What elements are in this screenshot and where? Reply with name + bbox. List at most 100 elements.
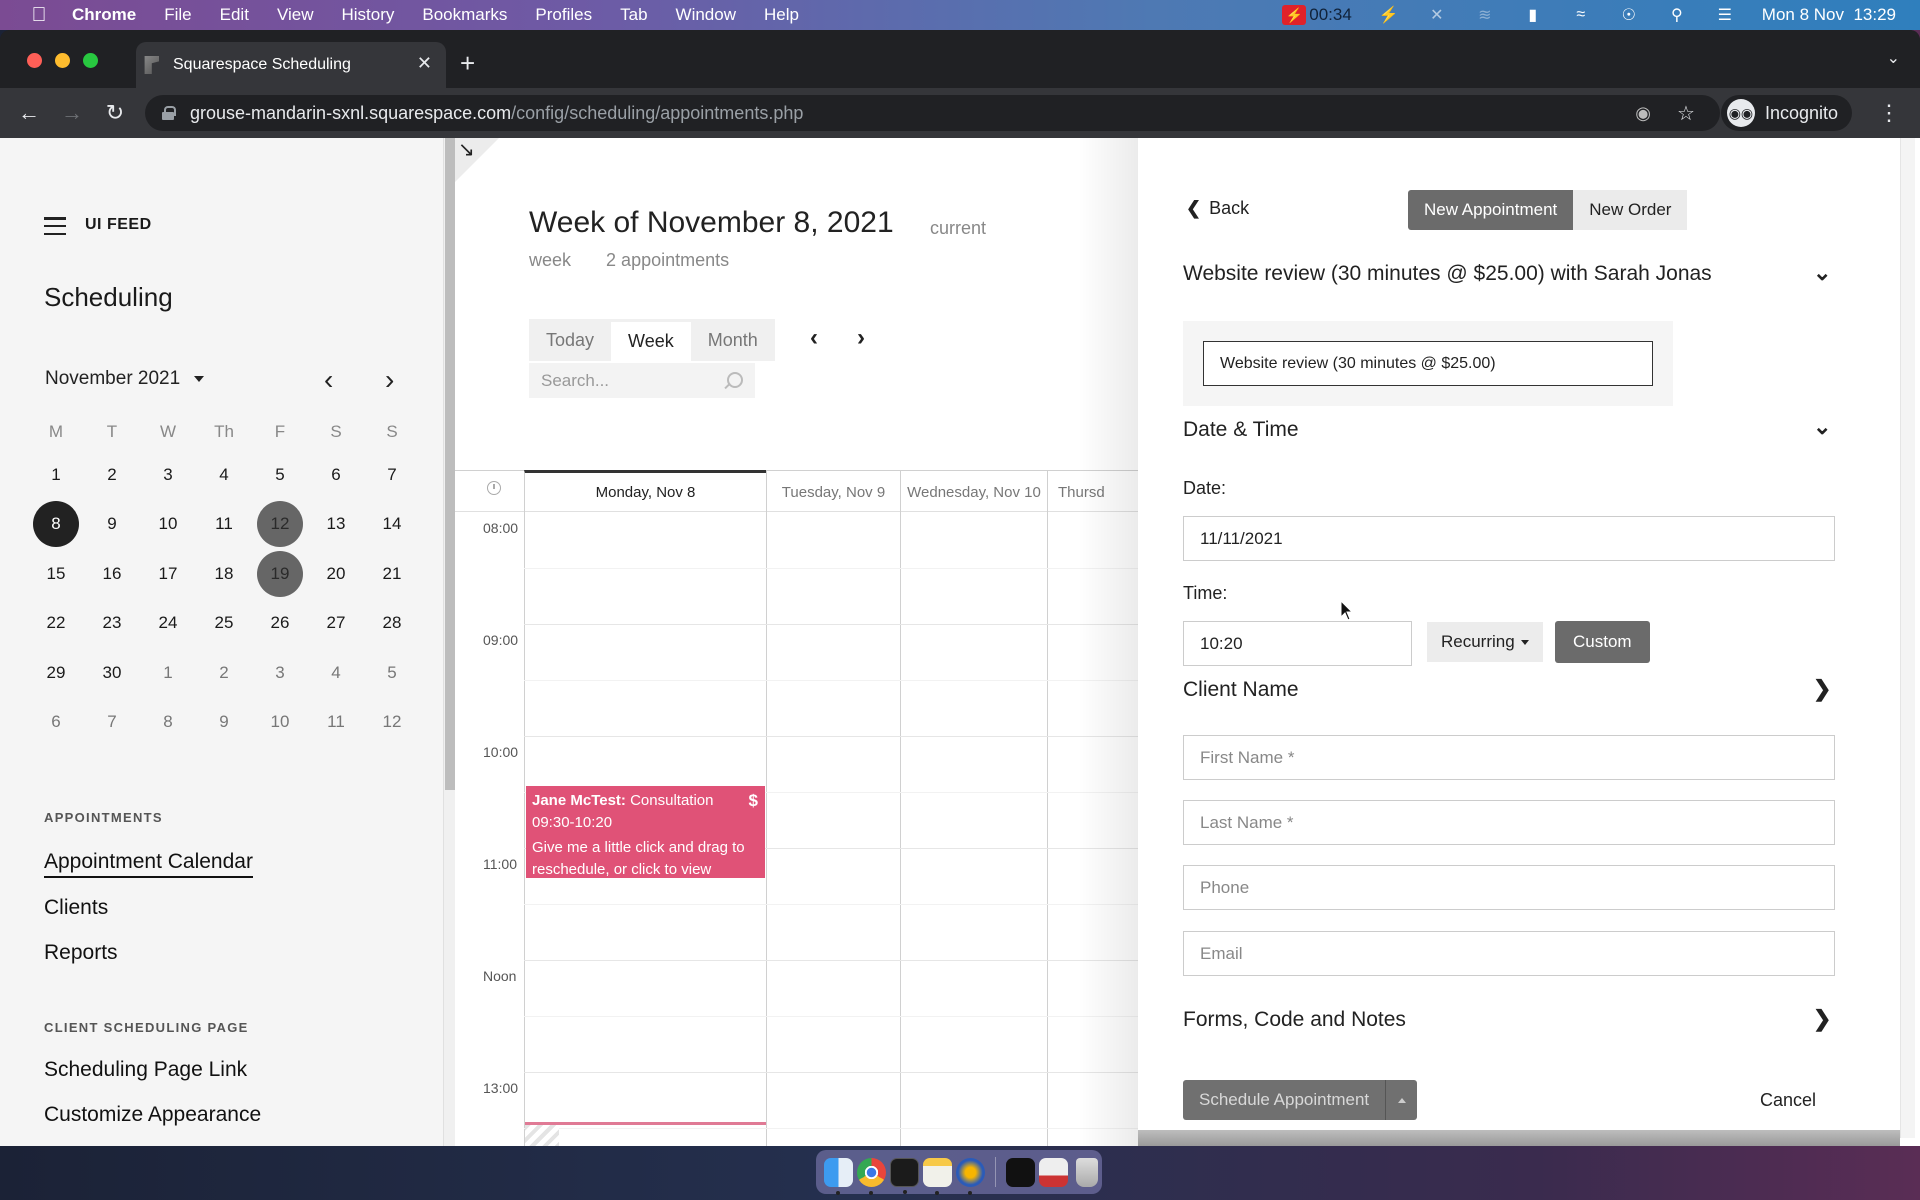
first-name-input[interactable]: [1200, 747, 1834, 768]
mini-calendar-day[interactable]: 10: [140, 500, 196, 550]
mini-calendar-day[interactable]: 5: [252, 450, 308, 500]
mini-calendar-day[interactable]: 1: [28, 450, 84, 500]
sidebar-link-reports[interactable]: Reports: [44, 941, 118, 965]
mini-calendar-day[interactable]: 7: [364, 450, 420, 500]
browser-tab[interactable]: Squarespace Scheduling ✕: [136, 42, 446, 88]
chevron-down-icon[interactable]: ⌄: [1813, 260, 1831, 286]
mini-calendar-day[interactable]: 13: [308, 500, 364, 550]
mini-calendar-day[interactable]: 6: [28, 698, 84, 748]
dock-chrome-icon[interactable]: [857, 1157, 886, 1195]
reload-icon[interactable]: ↻: [101, 99, 129, 127]
mini-calendar-day[interactable]: 2: [84, 450, 140, 500]
menu-edit[interactable]: Edit: [220, 5, 249, 25]
calendar-search-input[interactable]: [529, 370, 709, 391]
tab-search-chevron-icon[interactable]: ⌄: [1887, 48, 1900, 68]
dock-flash-app-icon[interactable]: [956, 1157, 985, 1195]
view-today-button[interactable]: Today: [529, 319, 611, 361]
cancel-button[interactable]: Cancel: [1760, 1090, 1816, 1111]
dock-trash-icon[interactable]: [1076, 1157, 1098, 1187]
mini-calendar-day[interactable]: 26: [252, 599, 308, 649]
mini-calendar-day[interactable]: 23: [84, 599, 140, 649]
view-week-button[interactable]: Week: [611, 322, 691, 361]
horizontal-scrollbar[interactable]: [1138, 1130, 1900, 1146]
chevron-right-icon[interactable]: ❯: [1813, 1006, 1831, 1032]
mini-calendar-day[interactable]: 15: [28, 549, 84, 599]
mini-calendar-day[interactable]: 21: [364, 549, 420, 599]
forms-code-notes-heading[interactable]: Forms, Code and Notes: [1183, 1008, 1406, 1032]
date-field[interactable]: [1183, 516, 1835, 561]
dock-preview-window-icon[interactable]: [1039, 1157, 1068, 1187]
menu-datetime[interactable]: Mon 8 Nov 13:29: [1762, 5, 1896, 25]
bolt-icon[interactable]: ⚡: [1378, 4, 1400, 26]
screen-recording-indicator[interactable]: ⚡ 00:34: [1282, 5, 1352, 25]
mini-calendar-day[interactable]: 9: [84, 500, 140, 550]
first-name-field[interactable]: [1183, 735, 1835, 780]
mini-calendar-day[interactable]: 14: [364, 500, 420, 550]
sidebar-scrollbar-thumb[interactable]: [445, 138, 455, 790]
dock-terminal-icon[interactable]: [890, 1157, 919, 1194]
email-input[interactable]: [1200, 943, 1834, 964]
mini-calendar-day[interactable]: 28: [364, 599, 420, 649]
sidebar-link-clients[interactable]: Clients: [44, 896, 108, 920]
mini-calendar-day[interactable]: 1: [140, 648, 196, 698]
mini-calendar-day[interactable]: 11: [196, 500, 252, 550]
chevron-right-icon[interactable]: ❯: [1813, 676, 1831, 702]
menu-file[interactable]: File: [164, 5, 191, 25]
hamburger-menu-icon[interactable]: [44, 217, 66, 235]
chrome-menu-icon[interactable]: ⋮: [1878, 100, 1900, 126]
new-order-tab[interactable]: New Order: [1573, 190, 1688, 230]
custom-button[interactable]: Custom: [1555, 621, 1650, 663]
mini-calendar-day[interactable]: 4: [196, 450, 252, 500]
sidebar-link-appointment-calendar[interactable]: Appointment Calendar: [44, 850, 253, 878]
new-appointment-tab[interactable]: New Appointment: [1408, 190, 1574, 230]
prev-week-chevron-icon[interactable]: ‹: [810, 324, 818, 352]
mini-calendar-day[interactable]: 17: [140, 549, 196, 599]
mini-calendar-day[interactable]: 22: [28, 599, 84, 649]
address-bar[interactable]: grouse-mandarin-sxnl.squarespace.com/con…: [145, 95, 1720, 131]
appointment-event[interactable]: Jane McTest: Consultation $ 09:30-10:20 …: [526, 786, 765, 878]
back-arrow-icon[interactable]: ←: [15, 99, 43, 127]
sidebar-link-scheduling-page-link[interactable]: Scheduling Page Link: [44, 1058, 247, 1082]
minimize-window-button[interactable]: [55, 53, 70, 68]
mini-calendar-day[interactable]: 3: [140, 450, 196, 500]
date-input[interactable]: [1200, 528, 1834, 549]
mini-calendar-day[interactable]: 10: [252, 698, 308, 748]
wifi-icon[interactable]: ≈: [1570, 4, 1592, 26]
mini-calendar-day[interactable]: 12: [364, 698, 420, 748]
day-header-wednesday[interactable]: Wednesday, Nov 10: [900, 471, 1047, 513]
time-input[interactable]: [1200, 633, 1411, 654]
site-brand[interactable]: UI FEED: [85, 216, 152, 234]
search-icon[interactable]: [727, 372, 743, 388]
menu-history[interactable]: History: [341, 5, 394, 25]
menu-tab[interactable]: Tab: [620, 5, 647, 25]
mini-calendar-day[interactable]: 16: [84, 549, 140, 599]
sidebar-link-customize-appearance[interactable]: Customize Appearance: [44, 1103, 261, 1127]
day-header-monday[interactable]: Monday, Nov 8: [524, 470, 766, 512]
next-month-chevron-icon[interactable]: ›: [385, 364, 394, 396]
expand-arrow-icon[interactable]: ↘: [458, 138, 475, 162]
menu-help[interactable]: Help: [764, 5, 799, 25]
bluetooth-off-icon[interactable]: ✕: [1426, 4, 1448, 26]
menu-app-name[interactable]: Chrome: [72, 5, 136, 25]
mini-calendar-day-marked[interactable]: 19: [252, 549, 308, 599]
sidebar-scrollbar[interactable]: [443, 138, 455, 1146]
mini-calendar-day[interactable]: 24: [140, 599, 196, 649]
mini-calendar-day[interactable]: 8: [140, 698, 196, 748]
date-time-section-heading[interactable]: Date & Time: [1183, 418, 1299, 442]
recurring-dropdown[interactable]: Recurring: [1427, 622, 1543, 662]
close-tab-icon[interactable]: ✕: [417, 53, 432, 74]
schedule-appointment-button[interactable]: Schedule Appointment: [1183, 1080, 1385, 1120]
zoom-window-button[interactable]: [83, 53, 98, 68]
menu-window[interactable]: Window: [676, 5, 736, 25]
time-field[interactable]: [1183, 621, 1412, 666]
dock-notes-icon[interactable]: [923, 1157, 952, 1195]
mini-calendar-day[interactable]: 29: [28, 648, 84, 698]
menu-profiles[interactable]: Profiles: [535, 5, 592, 25]
client-name-section-heading[interactable]: Client Name: [1183, 678, 1299, 702]
wifi-dim-icon[interactable]: ≋: [1474, 4, 1496, 26]
prev-month-chevron-icon[interactable]: ‹: [324, 364, 333, 396]
mini-calendar-day[interactable]: 2: [196, 648, 252, 698]
incognito-profile-button[interactable]: ◉◉ Incognito: [1720, 95, 1852, 131]
mini-calendar-day[interactable]: 27: [308, 599, 364, 649]
last-name-field[interactable]: [1183, 800, 1835, 845]
